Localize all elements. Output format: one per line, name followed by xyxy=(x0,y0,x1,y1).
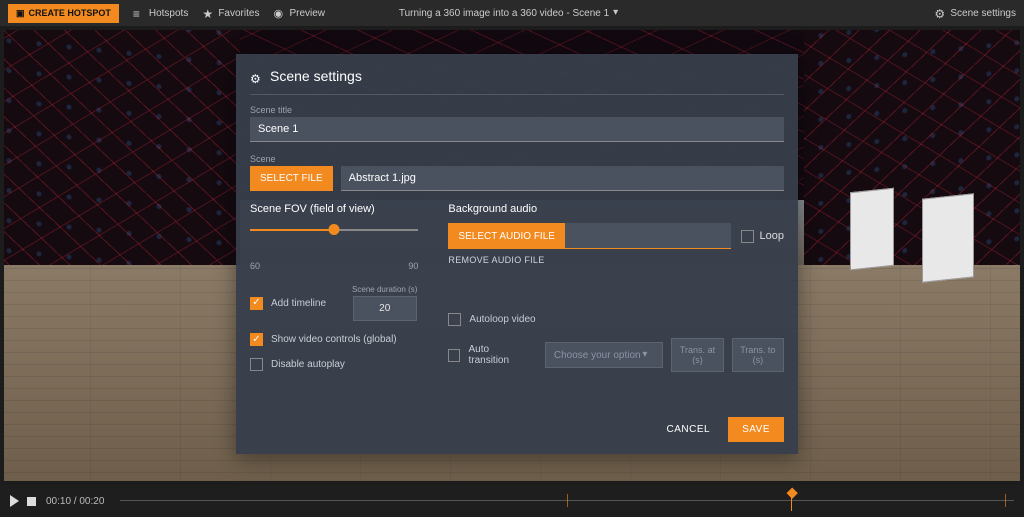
list-icon xyxy=(133,7,145,19)
show-controls-label: Show video controls (global) xyxy=(271,334,397,345)
scene-title-label: Scene title xyxy=(250,105,784,115)
fov-min: 60 xyxy=(250,261,260,271)
fov-slider[interactable] xyxy=(250,223,418,247)
trans-to-input: Trans. to (s) xyxy=(732,338,784,372)
select-file-button[interactable]: SELECT FILE xyxy=(250,166,333,191)
scene-file-label: Scene xyxy=(250,154,784,164)
add-timeline-checkbox[interactable] xyxy=(250,297,263,310)
eye-icon xyxy=(273,7,285,19)
breadcrumb[interactable]: Turning a 360 image into a 360 video - S… xyxy=(399,7,625,19)
chevron-down-icon xyxy=(642,349,654,361)
favorites-label: Favorites xyxy=(218,8,259,19)
disable-autoplay-checkbox[interactable] xyxy=(250,358,263,371)
timeline-tick xyxy=(1005,494,1006,507)
add-timeline-label: Add timeline xyxy=(271,298,326,309)
hotspots-tab[interactable]: Hotspots xyxy=(133,7,188,19)
stop-button[interactable] xyxy=(27,497,36,506)
show-controls-checkbox[interactable] xyxy=(250,333,263,346)
bg-audio-label: Background audio xyxy=(448,203,784,215)
time-display: 00:10 / 00:20 xyxy=(46,496,104,507)
fov-label: Scene FOV (field of view) xyxy=(250,203,418,215)
slider-thumb[interactable] xyxy=(329,224,340,235)
star-icon xyxy=(202,7,214,19)
timeline-bar: 00:10 / 00:20 xyxy=(0,485,1024,517)
select-audio-button[interactable]: SELECT AUDIO FILE xyxy=(448,223,565,249)
auto-transition-label: Auto transition xyxy=(468,344,526,366)
auto-transition-checkbox[interactable] xyxy=(448,349,460,362)
scene-file-input[interactable] xyxy=(341,166,784,191)
modal-title-text: Scene settings xyxy=(270,68,362,84)
autoloop-label: Autoloop video xyxy=(469,314,535,325)
create-hotspot-label: CREATE HOTSPOT xyxy=(29,8,111,18)
hotspot-icon: ▣ xyxy=(16,8,25,19)
divider xyxy=(250,94,784,95)
loop-checkbox[interactable] xyxy=(741,230,754,243)
preview-label: Preview xyxy=(289,8,325,19)
slider-fill xyxy=(250,229,334,231)
scene-duration-input[interactable] xyxy=(353,296,417,321)
scene-settings-link[interactable]: Scene settings xyxy=(934,7,1016,19)
play-button[interactable] xyxy=(10,495,19,507)
audio-file-input[interactable] xyxy=(565,223,731,249)
timeline-tick xyxy=(567,494,568,507)
playhead[interactable] xyxy=(786,488,797,499)
remove-audio-link[interactable]: REMOVE AUDIO FILE xyxy=(448,255,784,265)
transition-select: Choose your option xyxy=(545,342,663,368)
modal-title: Scene settings xyxy=(250,68,784,84)
autoloop-checkbox[interactable] xyxy=(448,313,461,326)
scene-title-input[interactable] xyxy=(250,117,784,142)
favorites-tab[interactable]: Favorites xyxy=(202,7,259,19)
scene-duration-label: Scene duration (s) xyxy=(352,285,417,294)
create-hotspot-button[interactable]: ▣ CREATE HOTSPOT xyxy=(8,4,119,23)
topbar: ▣ CREATE HOTSPOT Hotspots Favorites Prev… xyxy=(0,0,1024,26)
save-button[interactable]: SAVE xyxy=(728,417,784,442)
scene-settings-label: Scene settings xyxy=(950,8,1016,19)
preview-tab[interactable]: Preview xyxy=(273,7,325,19)
timeline-track[interactable] xyxy=(120,491,1014,511)
cancel-button[interactable]: CANCEL xyxy=(658,418,718,441)
chevron-down-icon xyxy=(613,7,625,19)
scene-file-field: Scene SELECT FILE xyxy=(250,154,784,191)
gear-icon xyxy=(250,70,262,82)
wall-canvas xyxy=(922,193,974,282)
fov-max: 90 xyxy=(408,261,418,271)
disable-autoplay-label: Disable autoplay xyxy=(271,359,345,370)
gear-icon xyxy=(934,7,946,19)
transition-placeholder: Choose your option xyxy=(554,350,641,361)
wall-canvas xyxy=(850,188,894,271)
scene-title-field: Scene title xyxy=(250,105,784,142)
loop-label: Loop xyxy=(760,230,784,242)
breadcrumb-text: Turning a 360 image into a 360 video - S… xyxy=(399,8,609,19)
trans-at-input: Trans. at (s) xyxy=(671,338,723,372)
hotspots-label: Hotspots xyxy=(149,8,188,19)
scene-settings-modal: Scene settings Scene title Scene SELECT … xyxy=(236,54,798,454)
